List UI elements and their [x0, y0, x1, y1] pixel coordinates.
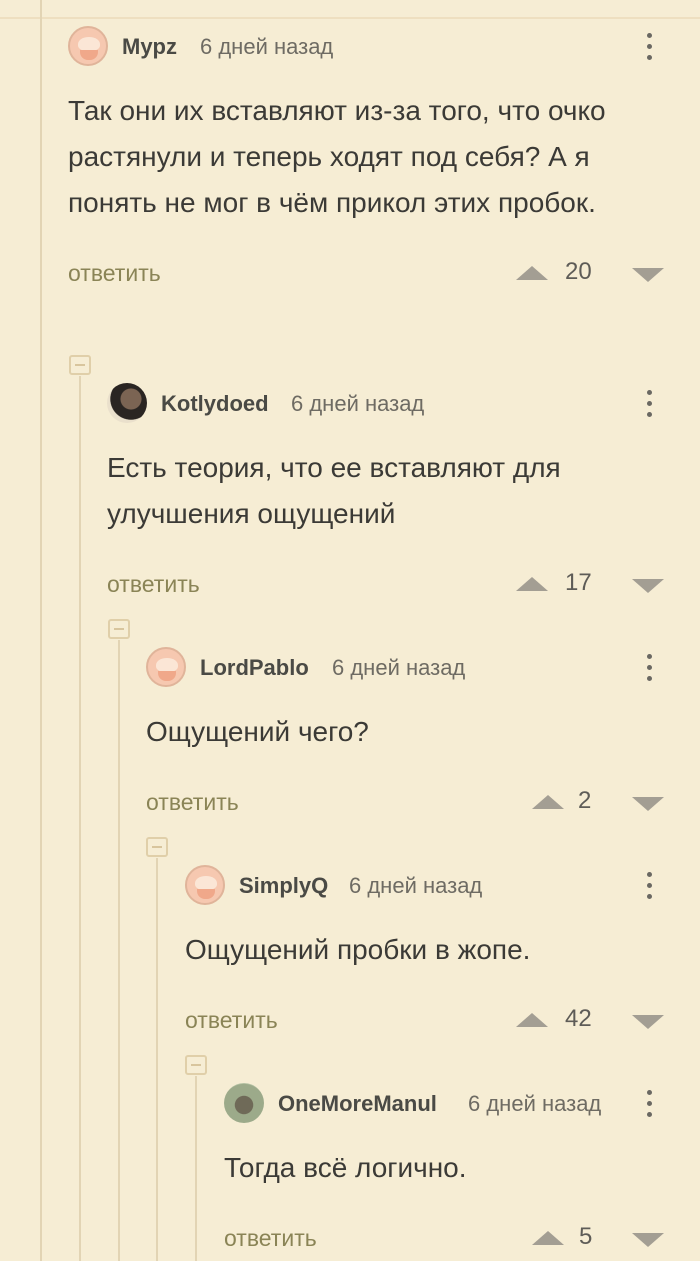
reply-link[interactable]: ответить	[146, 789, 239, 816]
vote-down-icon[interactable]	[632, 268, 664, 282]
comment-author[interactable]: Mypz	[122, 34, 177, 60]
top-divider	[0, 17, 700, 19]
comment-time[interactable]: 6 дней назад	[200, 34, 333, 60]
comment-actions: ответить 5	[224, 1219, 700, 1259]
comment: Kotlydoed 6 дней назад Есть теория, что …	[107, 383, 700, 605]
vote-up-icon[interactable]	[516, 577, 548, 591]
comment-text: Ощущений пробки в жопе.	[185, 934, 531, 965]
more-options-icon[interactable]	[636, 867, 662, 903]
comment-text: Есть теория, что ее вставляют для улучше…	[107, 452, 561, 529]
comment-rating: 42	[565, 1005, 592, 1032]
comment: OneMoreManul 6 дней назад Тогда всё логи…	[224, 1083, 700, 1259]
more-options-icon[interactable]	[636, 385, 662, 421]
user-avatar[interactable]	[68, 26, 108, 66]
comment-text: Ощущений чего?	[146, 716, 369, 747]
vote-down-icon[interactable]	[632, 1015, 664, 1029]
more-options-icon[interactable]	[636, 1085, 662, 1121]
comment-header: LordPablo 6 дней назад	[146, 647, 700, 687]
comment-text: Тогда всё логично.	[224, 1152, 467, 1183]
reply-link[interactable]: ответить	[185, 1007, 278, 1034]
vote-down-icon[interactable]	[632, 579, 664, 593]
comment-text: Так они их вставляют из-за того, что очк…	[68, 95, 606, 218]
comment-time[interactable]: 6 дней назад	[349, 873, 482, 899]
thread-line[interactable]	[195, 1076, 197, 1261]
comment-header: Mypz 6 дней назад	[68, 26, 700, 66]
collapse-thread-button[interactable]	[185, 1055, 207, 1075]
comment-header: Kotlydoed 6 дней назад	[107, 383, 700, 423]
user-avatar[interactable]	[146, 647, 186, 687]
thread-line	[40, 0, 42, 1261]
comment-time[interactable]: 6 дней назад	[468, 1091, 601, 1117]
vote-up-icon[interactable]	[532, 1231, 564, 1245]
comment-time[interactable]: 6 дней назад	[291, 391, 424, 417]
comment-author[interactable]: LordPablo	[200, 655, 309, 681]
thread-line[interactable]	[156, 858, 158, 1261]
comment-rating: 17	[565, 569, 592, 596]
comment: SimplyQ 6 дней назад Ощущений пробки в ж…	[185, 865, 700, 1041]
collapse-thread-button[interactable]	[146, 837, 168, 857]
comment-header: OneMoreManul 6 дней назад	[224, 1083, 700, 1123]
vote-down-icon[interactable]	[632, 1233, 664, 1247]
comment: Mypz 6 дней назад Так они их вставляют и…	[68, 26, 700, 294]
collapse-thread-button[interactable]	[108, 619, 130, 639]
comment-actions: ответить 2	[146, 783, 700, 823]
comment: LordPablo 6 дней назад Ощущений чего? от…	[146, 647, 700, 823]
comment-author[interactable]: SimplyQ	[239, 873, 328, 899]
comment-rating: 2	[578, 787, 592, 814]
user-avatar[interactable]	[224, 1083, 264, 1123]
comment-rating: 20	[565, 258, 592, 285]
thread-line[interactable]	[118, 640, 120, 1261]
comment-actions: ответить 17	[107, 565, 700, 605]
comment-time[interactable]: 6 дней назад	[332, 655, 465, 681]
comment-header: SimplyQ 6 дней назад	[185, 865, 700, 905]
reply-link[interactable]: ответить	[107, 571, 200, 598]
vote-down-icon[interactable]	[632, 797, 664, 811]
thread-line[interactable]	[79, 376, 81, 1261]
reply-link[interactable]: ответить	[224, 1225, 317, 1252]
comment-author[interactable]: Kotlydoed	[161, 391, 269, 417]
reply-link[interactable]: ответить	[68, 260, 161, 287]
comment-author[interactable]: OneMoreManul	[278, 1091, 437, 1117]
user-avatar[interactable]	[185, 865, 225, 905]
more-options-icon[interactable]	[636, 28, 662, 64]
vote-up-icon[interactable]	[516, 266, 548, 280]
user-avatar[interactable]	[107, 383, 147, 423]
comment-actions: ответить 20	[68, 254, 700, 294]
vote-up-icon[interactable]	[516, 1013, 548, 1027]
more-options-icon[interactable]	[636, 649, 662, 685]
vote-up-icon[interactable]	[532, 795, 564, 809]
comment-actions: ответить 42	[185, 1001, 700, 1041]
collapse-thread-button[interactable]	[69, 355, 91, 375]
comment-rating: 5	[579, 1223, 593, 1250]
